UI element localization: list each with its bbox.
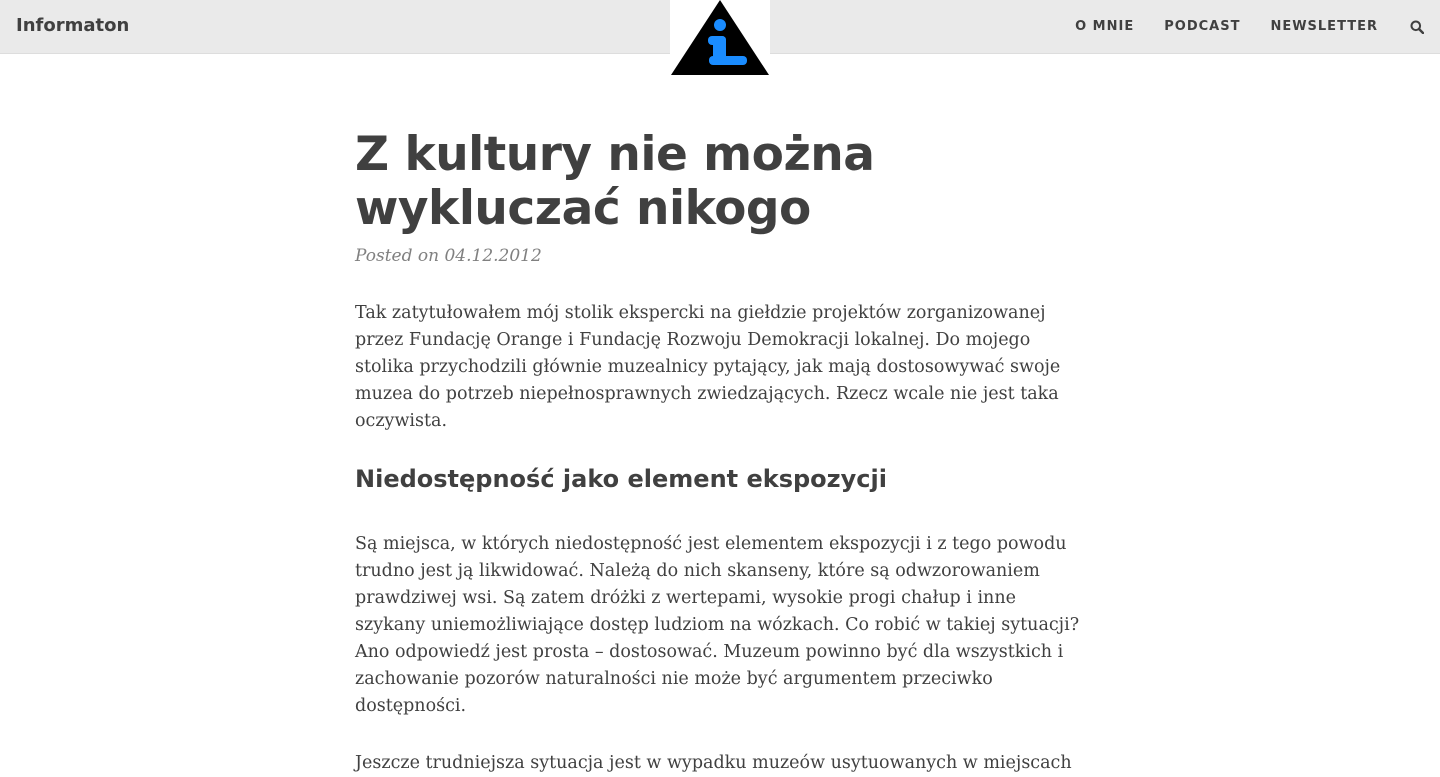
- nav-links: O MNIE PODCAST NEWSLETTER: [1075, 0, 1440, 53]
- nav-link-newsletter[interactable]: NEWSLETTER: [1270, 19, 1378, 34]
- nav-link-o-mnie[interactable]: O MNIE: [1075, 19, 1134, 34]
- nav-link-podcast[interactable]: PODCAST: [1164, 19, 1240, 34]
- brand-link[interactable]: Informaton: [16, 15, 129, 36]
- post-paragraph-2: Są miejsca, w których niedostępność jest…: [355, 534, 1080, 716]
- section-heading: Niedostępność jako element ekspozycji: [355, 465, 887, 493]
- post-paragraph-3: Jeszcze trudniejsza sytuacja jest w wypa…: [355, 753, 1072, 773]
- post-paragraph-1: Tak zatytułowałem mój stolik ekspercki n…: [355, 303, 1061, 431]
- navbar: Informaton O MNIE PODCAST NEWSLETTER: [0, 0, 1440, 76]
- post-title: Z kultury nie można wykluczać nikogo: [355, 127, 875, 236]
- post-article: Z kultury nie można wykluczać nikogo Pos…: [355, 128, 1085, 777]
- post-meta: Posted on 04.12.2012: [355, 246, 542, 266]
- info-triangle-logo[interactable]: [670, 0, 770, 76]
- search-icon[interactable]: [1408, 18, 1426, 36]
